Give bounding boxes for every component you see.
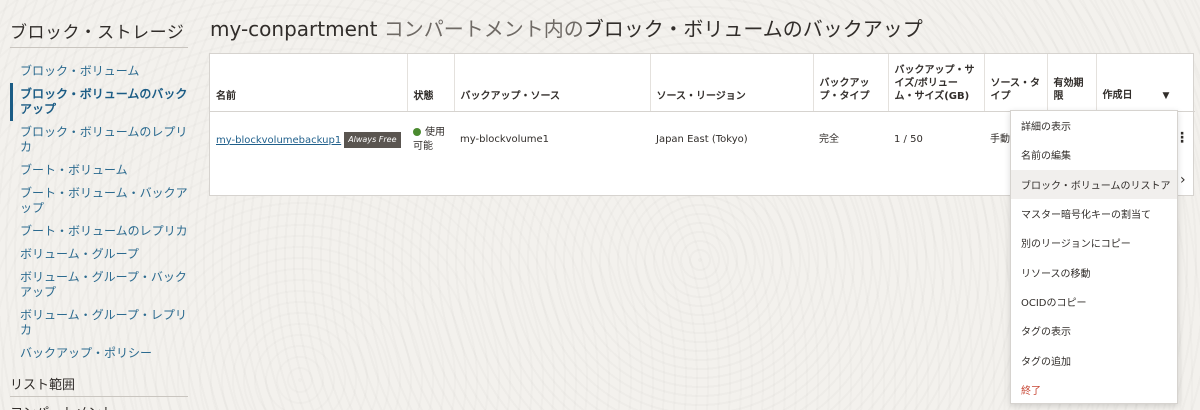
list-scope-title: リスト範囲 [10, 378, 76, 393]
sort-desc-icon[interactable]: ▼ [1163, 91, 1170, 101]
cell-region: Japan East (Tokyo) [656, 133, 748, 145]
column-header-backup-type[interactable]: バックアップ・タイプ [813, 54, 889, 112]
menu-item-move-resource[interactable]: リソースの移動 [1011, 257, 1177, 286]
sidebar-item-volume-groups[interactable]: ボリューム・グループ [10, 243, 188, 266]
sidebar-item-boot-volume-replicas[interactable]: ブート・ボリュームのレプリカ [10, 220, 188, 243]
always-free-badge: Always Free [344, 131, 401, 148]
title-tail: ブロック・ボリュームのバックアップ [583, 17, 923, 41]
cell-state: 使用可能 [407, 111, 454, 168]
cell-name: my-blockvolumebackup1 Always Free [210, 111, 407, 168]
title-middle: コンパートメント内の [377, 17, 584, 41]
menu-item-add-tags[interactable]: タグの追加 [1011, 345, 1177, 374]
sidebar-item-volume-group-backups[interactable]: ボリューム・グループ・バックアップ [10, 266, 188, 304]
divider [10, 47, 188, 48]
row-actions-menu: 詳細の表示 名前の編集 ブロック・ボリュームのリストア マスター暗号化キーの割当… [1010, 110, 1178, 404]
sidebar-item-volume-group-replicas[interactable]: ボリューム・グループ・レプリカ [10, 304, 188, 342]
sidebar-item-boot-volume-backups[interactable]: ブート・ボリューム・バックアップ [10, 182, 188, 220]
chevron-right-icon: › [1180, 172, 1186, 188]
compartment-name: my-conpartment [210, 17, 378, 41]
menu-item-terminate[interactable]: 終了 [1011, 375, 1177, 404]
menu-item-edit-name[interactable]: 名前の編集 [1011, 140, 1177, 169]
page-title: my-conpartment コンパートメント内のブロック・ボリュームのバックア… [210, 13, 923, 42]
column-header-name[interactable]: 名前 [210, 54, 408, 112]
sidebar-item-block-volume-backups[interactable]: ブロック・ボリュームのバックアップ [10, 83, 188, 121]
menu-item-restore-block-volume[interactable]: ブロック・ボリュームのリストア [1011, 169, 1177, 199]
backup-name-link[interactable]: my-blockvolumebackup1 [216, 135, 341, 146]
column-header-created[interactable]: 作成日 ▼ [1096, 54, 1195, 112]
column-header-created-label: 作成日 [1102, 89, 1133, 101]
table-header-row: 名前 状態 バックアップ・ソース ソース・リージョン バックアップ・タイプ バッ… [210, 54, 1195, 112]
divider [10, 396, 188, 397]
sidebar-item-block-volume-replicas[interactable]: ブロック・ボリュームのレプリカ [10, 121, 188, 159]
sidebar: ブロック・ストレージ ブロック・ボリューム ブロック・ボリュームのバックアップ … [0, 0, 200, 410]
menu-item-view-details[interactable]: 詳細の表示 [1011, 111, 1177, 140]
sidebar-item-block-volumes[interactable]: ブロック・ボリューム [10, 60, 188, 83]
column-header-expiry[interactable]: 有効期限 [1047, 54, 1097, 112]
sidebar-title: ブロック・ストレージ [10, 23, 185, 43]
cell-type: 完全 [819, 133, 839, 145]
sidebar-item-boot-volumes[interactable]: ブート・ボリューム [10, 159, 188, 182]
sidebar-nav: ブロック・ボリューム ブロック・ボリュームのバックアップ ブロック・ボリュームの… [10, 60, 188, 365]
menu-item-view-tags[interactable]: タグの表示 [1011, 316, 1177, 345]
compartment-label: コンパートメント [10, 402, 114, 410]
cell-size: 1 / 50 [894, 133, 923, 145]
sidebar-item-backup-policies[interactable]: バックアップ・ポリシー [10, 342, 188, 365]
cell-source: my-blockvolume1 [460, 133, 550, 145]
menu-item-copy-ocid[interactable]: OCIDのコピー [1011, 287, 1177, 316]
column-header-source-region[interactable]: ソース・リージョン [650, 54, 814, 112]
column-header-state[interactable]: 状態 [407, 54, 455, 112]
menu-item-copy-to-region[interactable]: 別のリージョンにコピー [1011, 228, 1177, 257]
status-dot-icon [413, 127, 421, 136]
column-header-source-type[interactable]: ソース・タイプ [984, 54, 1048, 112]
column-header-backup-size[interactable]: バックアップ・サイズ/ボリューム・サイズ(GB) [888, 54, 985, 112]
column-header-backup-source[interactable]: バックアップ・ソース [454, 54, 651, 112]
menu-item-assign-master-key[interactable]: マスター暗号化キーの割当て [1011, 199, 1177, 228]
